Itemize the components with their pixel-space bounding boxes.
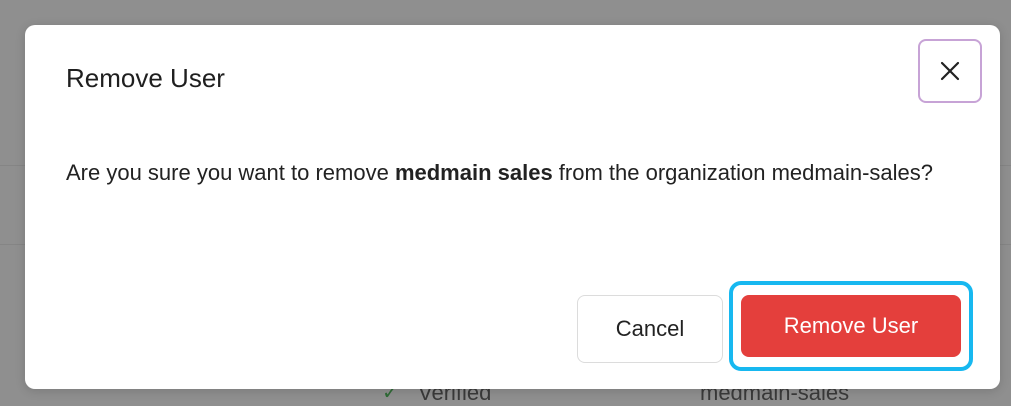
remove-user-button[interactable]: Remove User (741, 295, 961, 357)
cancel-button[interactable]: Cancel (577, 295, 723, 363)
focus-ring: Remove User (729, 281, 973, 371)
message-suffix: from the organization medmain-sales? (552, 160, 933, 185)
dialog-title: Remove User (66, 63, 225, 93)
close-button[interactable] (918, 39, 982, 103)
remove-user-dialog: Remove User Are you sure you want to rem… (25, 25, 1000, 389)
dialog-message: Are you sure you want to remove medmain … (66, 152, 966, 193)
close-icon (940, 61, 960, 81)
message-prefix: Are you sure you want to remove (66, 160, 395, 185)
user-name: medmain sales (394, 160, 553, 185)
